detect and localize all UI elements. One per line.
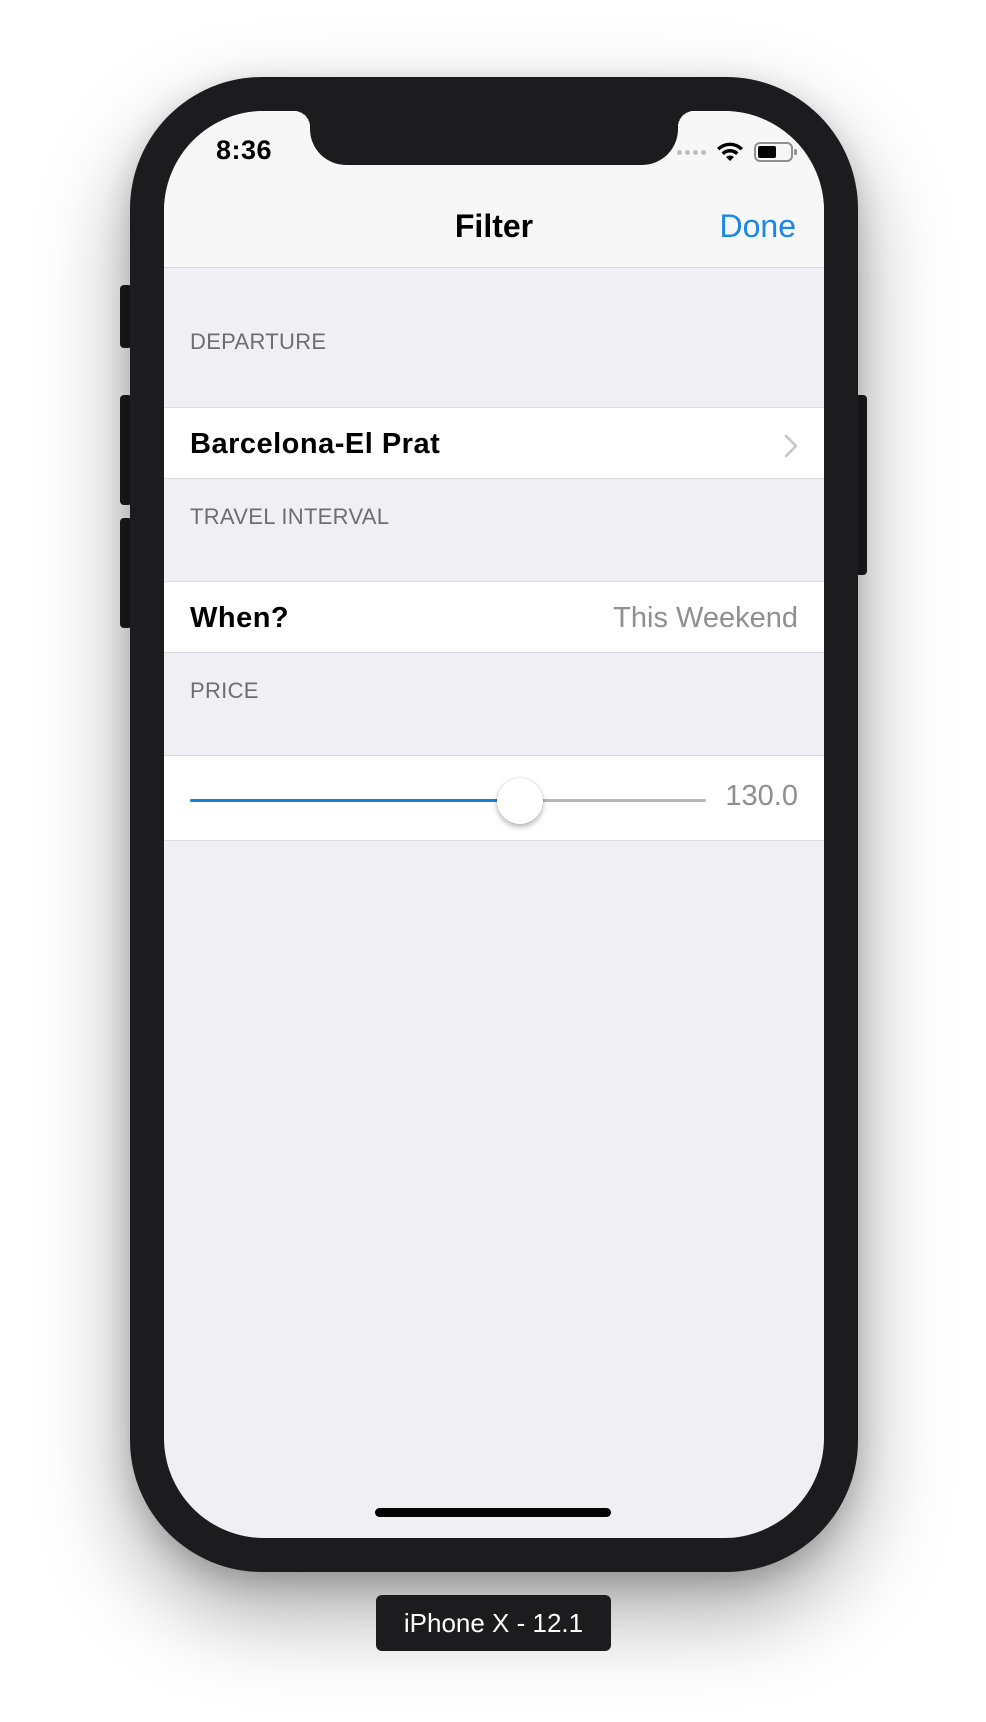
- price-slider-thumb[interactable]: [497, 778, 544, 824]
- simulator-device-label: iPhone X - 12.1: [376, 1595, 611, 1651]
- battery-icon: [754, 142, 797, 162]
- price-slider-fill: [190, 799, 521, 802]
- section-header-departure: DEPARTURE: [190, 329, 327, 354]
- status-icons: [677, 141, 798, 163]
- departure-airport-label: Barcelona-El Prat: [190, 428, 441, 460]
- cellular-signal-icon: [677, 149, 706, 155]
- screen: 8:36 Filter Done DEPARTURE Barcelona-El …: [164, 111, 824, 1538]
- travel-interval-cell[interactable]: When? This Weekend: [164, 581, 824, 653]
- price-cell: 130.0: [164, 755, 824, 841]
- when-label: When?: [190, 602, 290, 634]
- done-button[interactable]: Done: [720, 208, 797, 245]
- simulator-stage: 8:36 Filter Done DEPARTURE Barcelona-El …: [0, 0, 986, 1722]
- section-header-price: PRICE: [190, 678, 259, 703]
- departure-cell[interactable]: Barcelona-El Prat: [164, 407, 824, 479]
- section-header-travel-interval: TRAVEL INTERVAL: [190, 504, 390, 529]
- price-slider-track[interactable]: [190, 799, 706, 802]
- status-time: 8:36: [216, 135, 273, 165]
- device-frame: 8:36 Filter Done DEPARTURE Barcelona-El …: [130, 77, 858, 1572]
- travel-interval-value: This Weekend: [613, 602, 798, 634]
- price-value: 130.0: [725, 780, 798, 812]
- chevron-right-icon: [784, 434, 798, 458]
- device-notch: [294, 111, 694, 165]
- home-indicator[interactable]: [375, 1508, 611, 1517]
- wifi-icon: [717, 142, 743, 161]
